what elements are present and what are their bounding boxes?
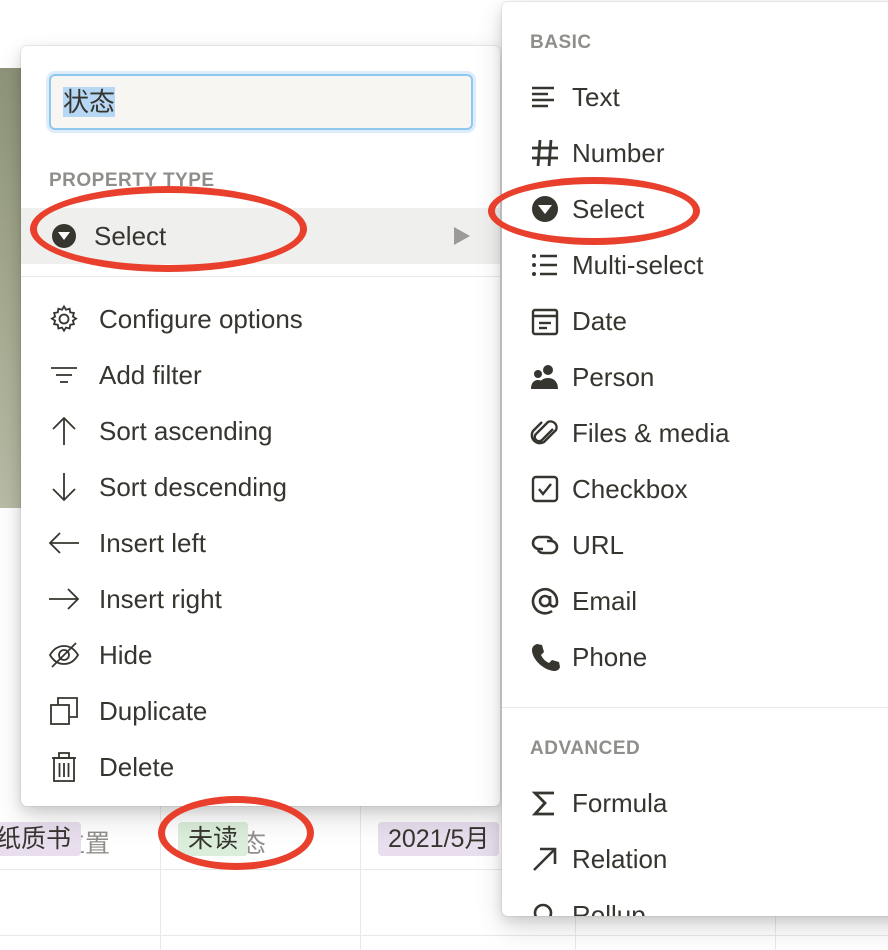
menu-item-label: Sort ascending [99,415,273,446]
type-option-label: Select [572,193,645,224]
menu-divider [21,276,500,277]
paperclip-icon [528,416,562,450]
type-option-select[interactable]: Select [528,185,644,233]
type-option-label: URL [572,529,625,560]
column-divider [360,806,361,950]
at-icon [528,584,562,618]
type-option-rollup[interactable]: Rollup [528,891,646,916]
property-type-select[interactable]: Select [21,208,500,264]
text-icon [528,80,562,114]
basic-section-label: BASIC [530,32,592,53]
insert-right-button[interactable]: Insert right [47,575,222,623]
list-icon [528,248,562,282]
type-option-multi-select[interactable]: Multi-select [528,241,703,289]
type-option-label: Number [572,137,665,168]
configure-options-button[interactable]: Configure options [47,295,303,343]
type-option-email[interactable]: Email [528,577,637,625]
type-option-label: Multi-select [572,249,704,280]
phone-icon [528,640,562,674]
arrow-right-icon [47,582,81,616]
property-name-input[interactable]: 状态 [49,74,473,130]
menu-item-label: Duplicate [99,695,208,726]
cell-tag-location[interactable]: 纸质书 [0,822,82,856]
checkbox-icon [528,472,562,506]
type-option-label: Date [572,305,627,336]
type-option-text[interactable]: Text [528,73,620,121]
menu-item-label: Sort descending [99,471,287,502]
calendar-icon [528,304,562,338]
arrow-up-icon [47,414,81,448]
duplicate-button[interactable]: Duplicate [47,687,207,735]
menu-item-label: Insert left [99,527,206,558]
menu-divider [502,707,888,708]
sigma-icon [528,786,562,820]
type-option-label: Files & media [572,417,730,448]
insert-left-button[interactable]: Insert left [47,519,206,567]
type-option-formula[interactable]: Formula [528,779,667,827]
menu-item-label: Add filter [99,359,202,390]
cell-tag-month[interactable]: 2021/5月 [378,822,500,856]
type-option-files-media[interactable]: Files & media [528,409,730,457]
eye-off-icon [47,638,81,672]
type-option-label: Rollup [572,899,646,917]
cell-tag-status[interactable]: 未读 [178,822,249,856]
advanced-section-label: ADVANCED [530,738,641,759]
menu-item-label: Hide [99,639,153,670]
type-option-phone[interactable]: Phone [528,633,647,681]
arrow-left-icon [47,526,81,560]
menu-item-label: Delete [99,751,175,782]
property-type-label: PROPERTY TYPE [49,170,215,191]
sort-descending-button[interactable]: Sort descending [47,463,287,511]
trash-icon [47,750,81,784]
property-name-value: 状态 [63,87,116,117]
current-type-label: Select [94,220,167,251]
type-option-url[interactable]: URL [528,521,624,569]
delete-button[interactable]: Delete [47,743,174,791]
menu-item-label: Insert right [99,583,222,614]
hide-button[interactable]: Hide [47,631,152,679]
type-option-number[interactable]: Number [528,129,664,177]
column-divider [160,806,161,950]
property-menu: 状态 PROPERTY TYPE Select Configure option… [21,46,500,806]
type-option-label: Person [572,361,655,392]
select-icon [52,224,76,248]
type-option-label: Relation [572,843,668,874]
duplicate-icon [47,694,81,728]
type-option-label: Phone [572,641,648,672]
property-type-menu: BASIC Text Number Select Multi-select Da… [502,2,888,916]
type-option-label: Email [572,585,638,616]
link-icon [528,528,562,562]
type-option-label: Text [572,81,620,112]
search-icon [528,898,562,916]
gear-icon [47,302,81,336]
filter-icon [47,358,81,392]
type-option-checkbox[interactable]: Checkbox [528,465,688,513]
type-option-relation[interactable]: Relation [528,835,667,883]
select-icon [528,192,562,226]
menu-item-label: Configure options [99,303,303,334]
add-filter-button[interactable]: Add filter [47,351,202,399]
person-icon [528,360,562,394]
hash-icon [528,136,562,170]
submenu-arrow-icon [454,227,470,245]
type-option-label: Formula [572,787,668,818]
type-option-date[interactable]: Date [528,297,627,345]
type-option-person[interactable]: Person [528,353,654,401]
arrow-diagonal-icon [528,842,562,876]
arrow-down-icon [47,470,81,504]
sort-ascending-button[interactable]: Sort ascending [47,407,272,455]
type-option-label: Checkbox [572,473,688,504]
